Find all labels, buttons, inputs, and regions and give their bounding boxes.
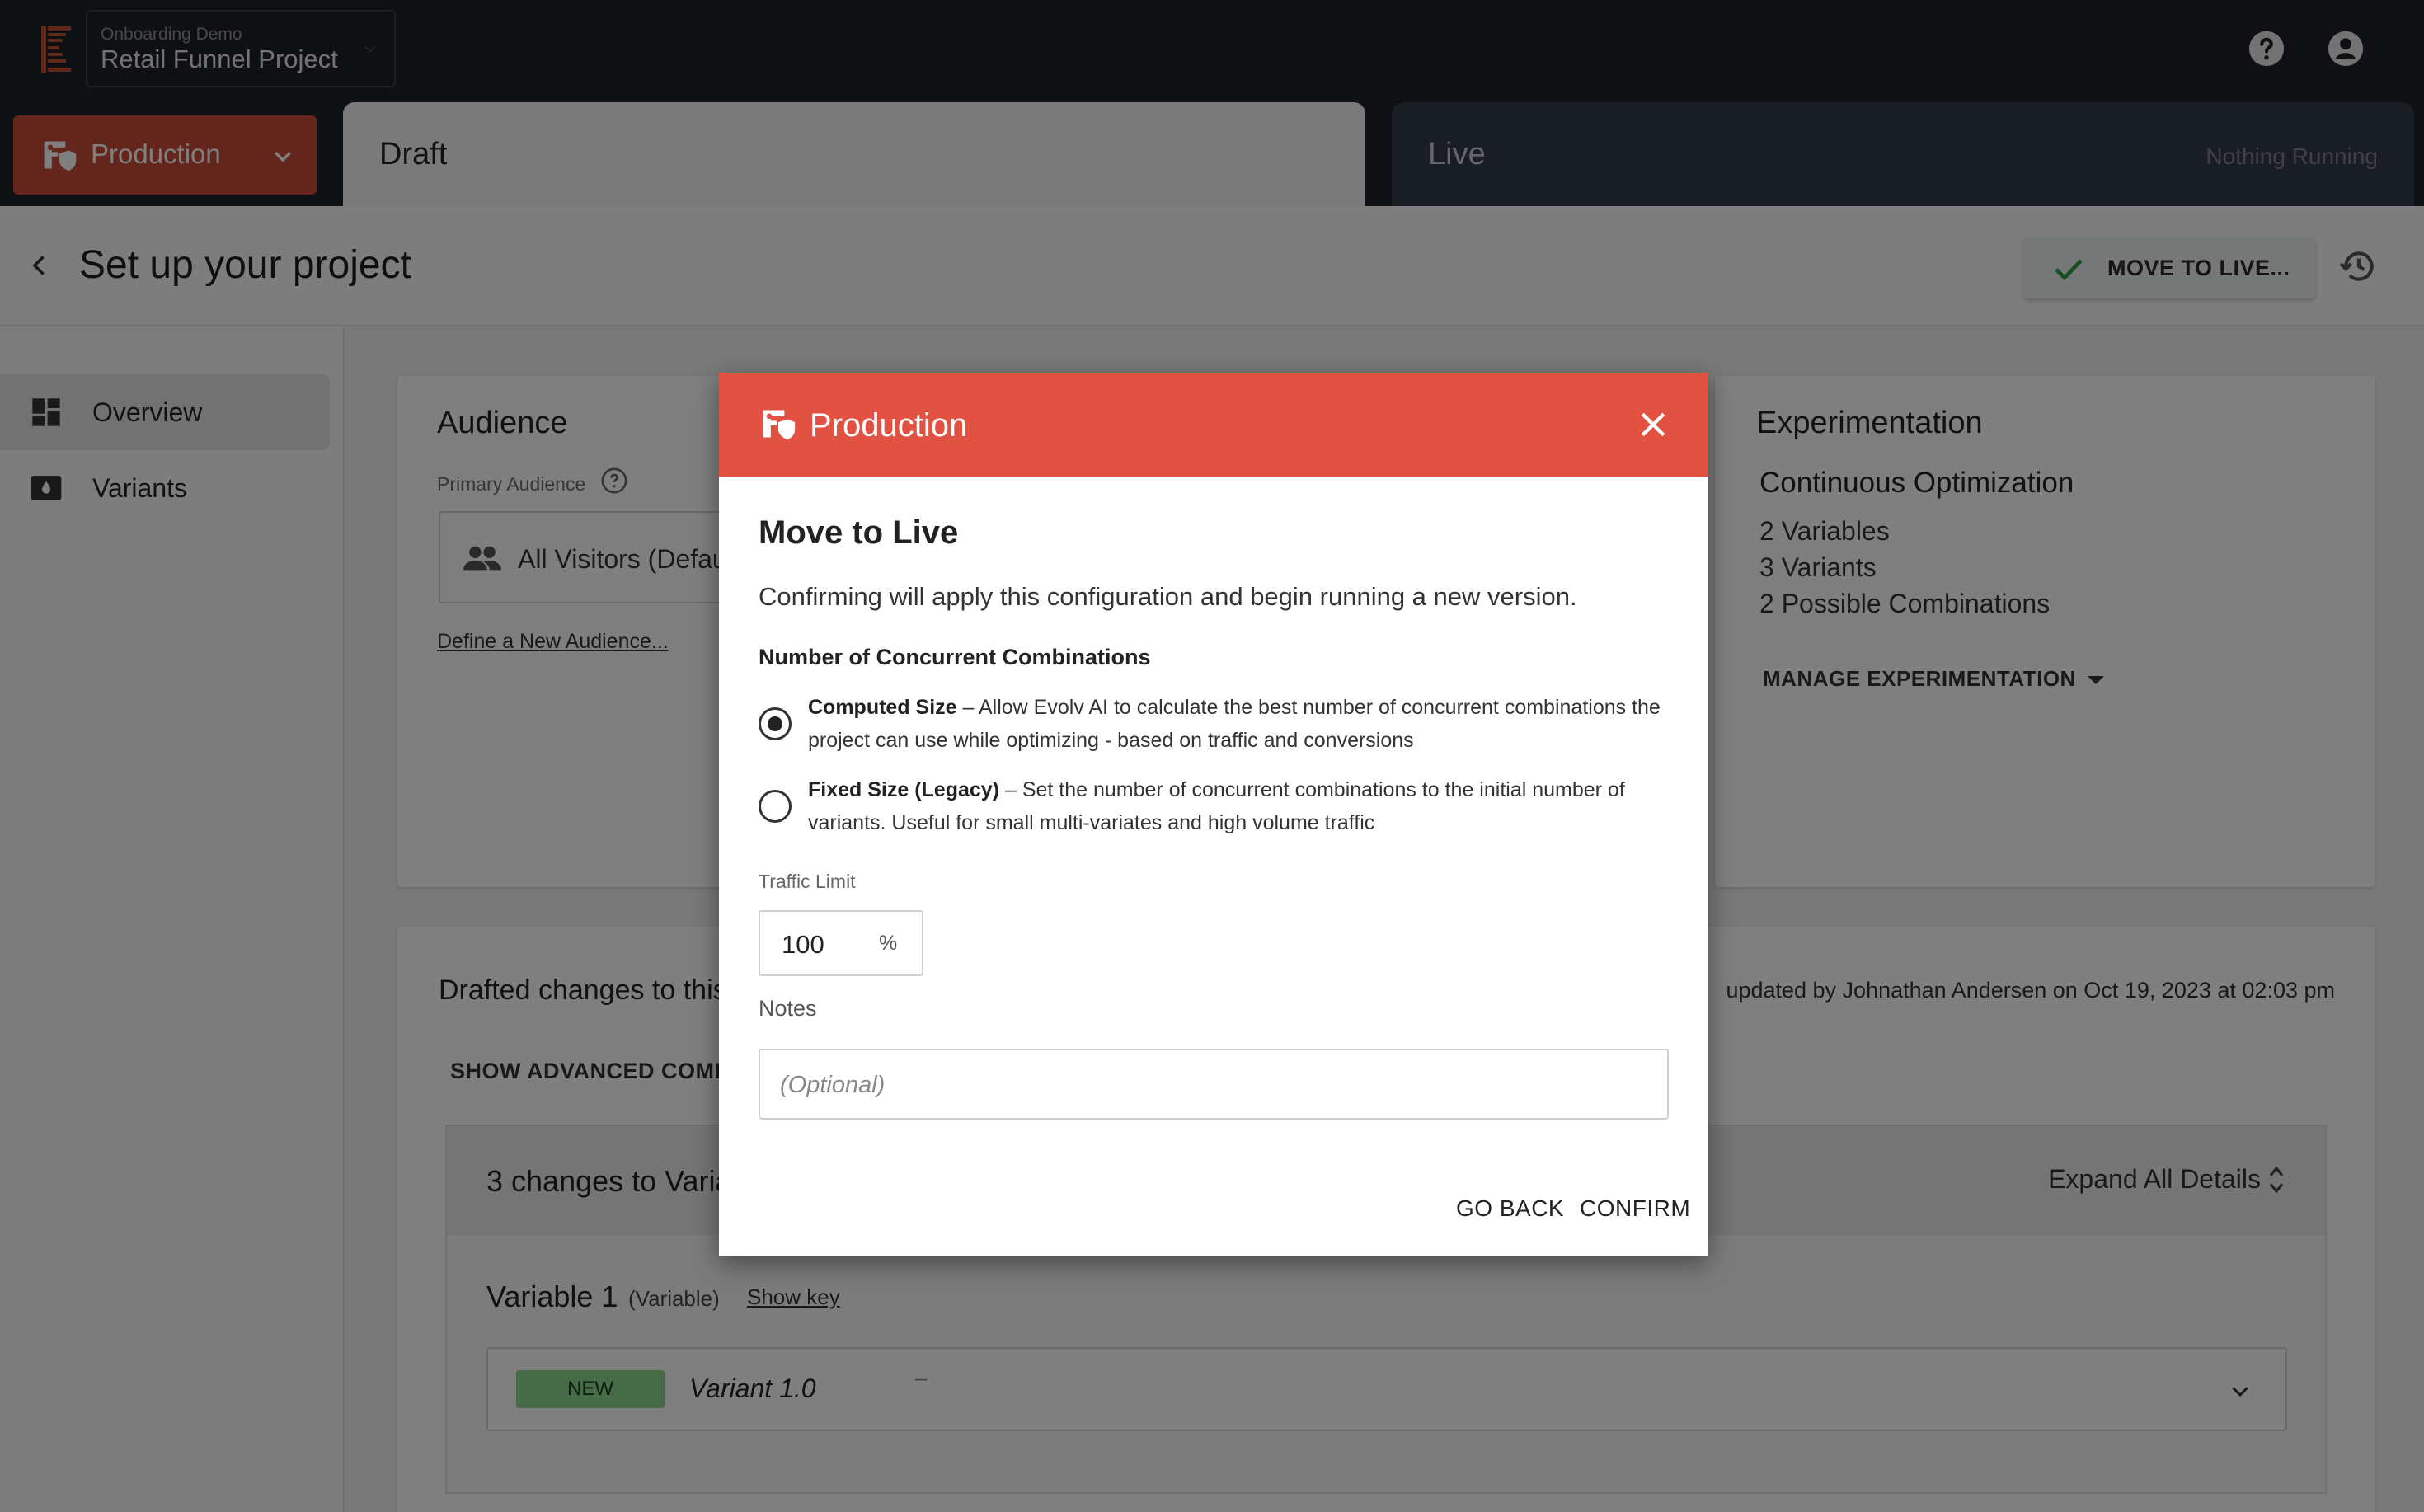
traffic-limit-input[interactable]: 100 % bbox=[759, 910, 923, 976]
move-to-live-dialog: Production Move to Live Confirming will … bbox=[719, 373, 1708, 1256]
go-back-button[interactable]: GO BACK bbox=[1456, 1195, 1564, 1222]
production-environment-icon bbox=[763, 410, 796, 440]
concurrent-combinations-label: Number of Concurrent Combinations bbox=[759, 645, 1151, 669]
computed-size-name: Computed Size bbox=[808, 696, 957, 719]
fixed-size-radio[interactable] bbox=[759, 790, 792, 823]
dialog-description: Confirming will apply this configuration… bbox=[759, 582, 1577, 611]
percent-unit: % bbox=[879, 932, 898, 955]
dialog-title: Move to Live bbox=[759, 514, 959, 551]
notes-label: Notes bbox=[759, 996, 817, 1021]
dialog-header: Production bbox=[719, 373, 1708, 477]
dialog-header-title: Production bbox=[810, 407, 968, 444]
computed-size-radio[interactable] bbox=[759, 707, 792, 740]
computed-size-option[interactable]: Computed Size – Allow Evolv AI to calcul… bbox=[808, 691, 1665, 757]
notes-input[interactable]: (Optional) bbox=[759, 1049, 1669, 1120]
confirm-button[interactable]: CONFIRM bbox=[1580, 1195, 1690, 1222]
fixed-size-option[interactable]: Fixed Size (Legacy) – Set the number of … bbox=[808, 773, 1665, 839]
traffic-limit-label: Traffic Limit bbox=[759, 871, 856, 892]
traffic-limit-value: 100 bbox=[782, 930, 824, 959]
notes-placeholder: (Optional) bbox=[780, 1072, 886, 1098]
fixed-size-name: Fixed Size (Legacy) bbox=[808, 778, 1000, 801]
close-icon[interactable] bbox=[1639, 411, 1667, 439]
